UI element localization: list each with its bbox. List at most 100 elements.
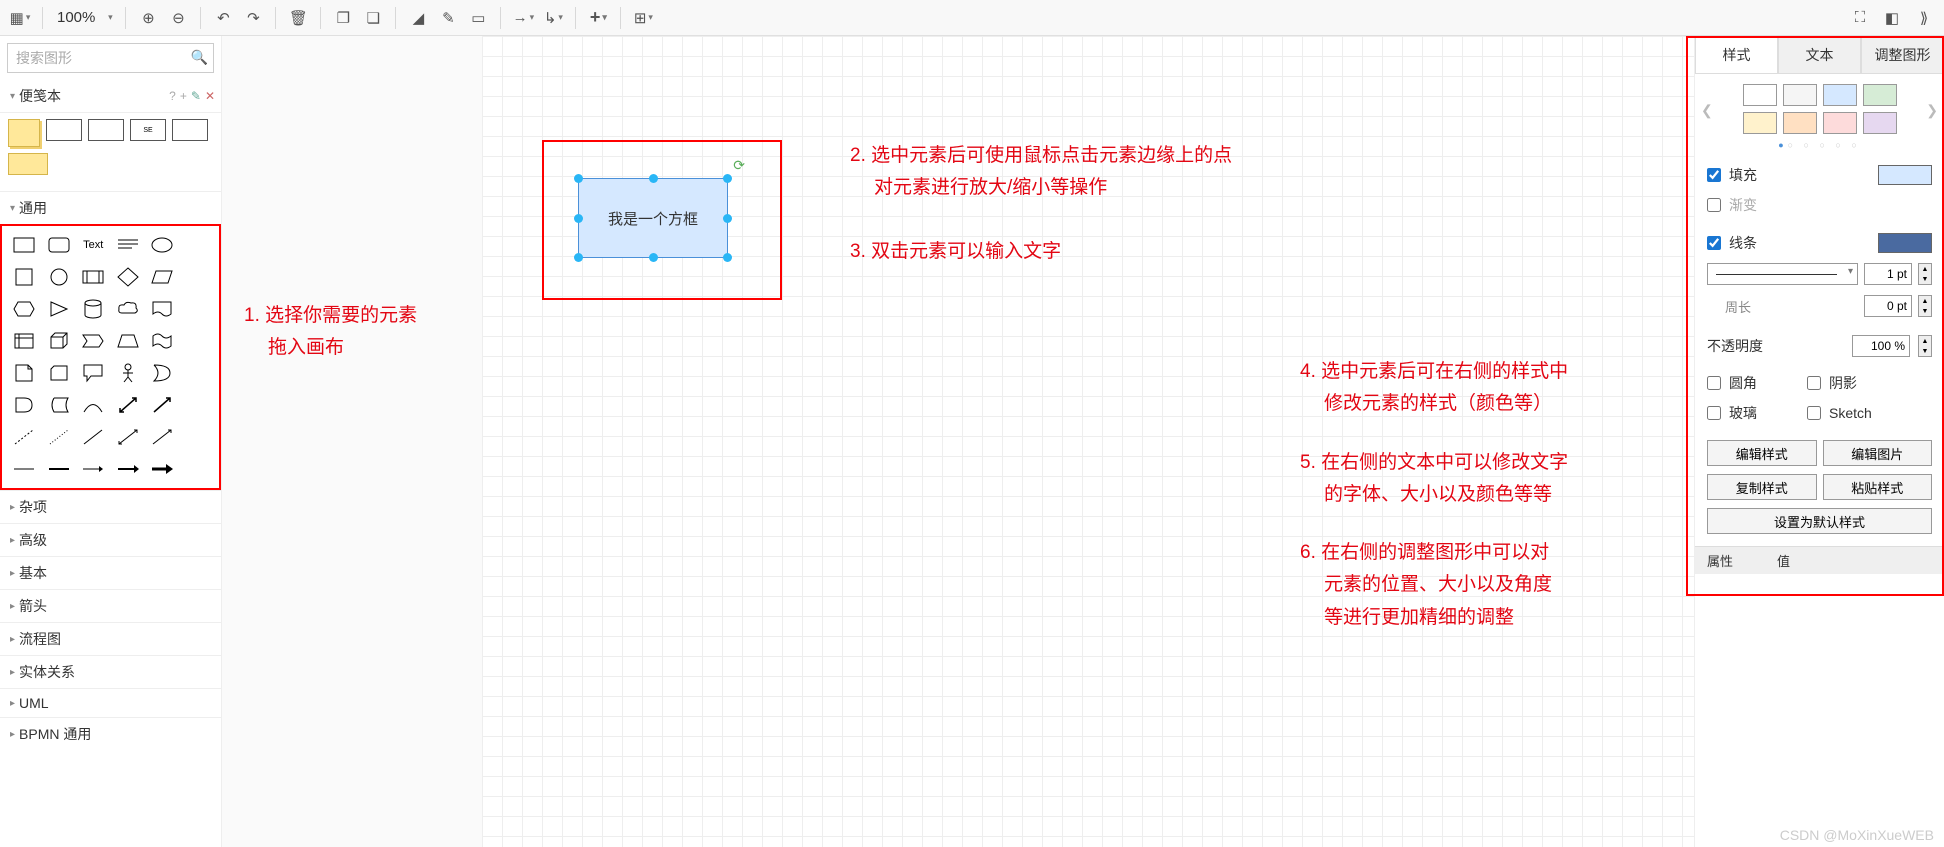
shape-circle[interactable] — [43, 262, 76, 292]
shape-step[interactable] — [77, 326, 110, 356]
edit-image-button[interactable]: 编辑图片 — [1823, 440, 1933, 466]
shape-line[interactable] — [77, 422, 110, 452]
shape-and[interactable] — [8, 390, 41, 420]
scratch-shape[interactable] — [88, 119, 124, 141]
swatch-next-icon[interactable]: ❯ — [1926, 102, 1938, 119]
shape-document[interactable] — [146, 294, 179, 324]
swatch[interactable] — [1783, 112, 1817, 134]
shape-hexagon[interactable] — [8, 294, 41, 324]
perimeter-stepper[interactable]: ▲▼ — [1918, 295, 1932, 317]
scratch-shape[interactable] — [172, 119, 208, 141]
shape-internal-storage[interactable] — [8, 326, 41, 356]
line-style-select[interactable]: ▾ — [1707, 263, 1858, 285]
set-default-button[interactable]: 设置为默认样式 — [1707, 508, 1932, 534]
shape-tape[interactable] — [146, 326, 179, 356]
shape-dashed-line[interactable] — [8, 422, 41, 452]
plus-icon[interactable]: + — [180, 89, 187, 103]
category-flowchart[interactable]: ▸流程图 — [0, 622, 221, 655]
shape-callout[interactable] — [77, 358, 110, 388]
shape-rounded-rect[interactable] — [43, 230, 76, 260]
connection-icon[interactable]: → — [509, 5, 537, 31]
line-color-icon[interactable]: ✎ — [434, 5, 462, 31]
scratch-shape[interactable] — [46, 119, 82, 141]
tab-arrange[interactable]: 调整图形 — [1861, 36, 1944, 73]
zoom-dropdown[interactable]: ▾ — [103, 5, 117, 31]
shape-dotted-line[interactable] — [43, 422, 76, 452]
shape-rect[interactable] — [8, 230, 41, 260]
sticky-note-shape[interactable] — [8, 119, 40, 147]
search-icon[interactable]: 🔍 — [191, 49, 208, 66]
category-uml[interactable]: ▸UML — [0, 688, 221, 717]
paste-style-button[interactable]: 粘贴样式 — [1823, 474, 1933, 500]
zoom-level[interactable]: 100% — [51, 9, 101, 26]
swatch[interactable] — [1863, 84, 1897, 106]
rounded-checkbox[interactable] — [1707, 376, 1721, 390]
shape-textbox[interactable] — [112, 230, 145, 260]
shape-process[interactable] — [77, 262, 110, 292]
shape-square[interactable] — [8, 262, 41, 292]
page-menu-button[interactable]: ▦ — [6, 5, 34, 31]
redo-icon[interactable]: ↷ — [239, 5, 267, 31]
opacity-stepper[interactable]: ▲▼ — [1918, 335, 1932, 357]
search-input[interactable] — [7, 43, 214, 73]
edit-icon[interactable]: ✎ — [191, 89, 201, 103]
table-icon[interactable]: ⊞ — [629, 5, 657, 31]
shape-trapezoid[interactable] — [112, 326, 145, 356]
shape-line-arrow[interactable] — [146, 422, 179, 452]
undo-icon[interactable]: ↶ — [209, 5, 237, 31]
shape-or[interactable] — [146, 358, 179, 388]
resize-handle-tl[interactable] — [574, 174, 583, 183]
resize-handle-ml[interactable] — [574, 214, 583, 223]
shape-bidir-arrow[interactable] — [112, 390, 145, 420]
scratch-shape[interactable]: SE — [130, 119, 166, 141]
glass-checkbox[interactable] — [1707, 406, 1721, 420]
opacity-input[interactable] — [1852, 335, 1910, 357]
add-icon[interactable]: + — [584, 5, 612, 31]
line-color-swatch[interactable] — [1878, 233, 1932, 253]
shape-cube[interactable] — [43, 326, 76, 356]
shape-text[interactable]: Text — [77, 230, 110, 260]
fill-color-swatch[interactable] — [1878, 165, 1932, 185]
shape-curve[interactable] — [77, 390, 110, 420]
copy-style-button[interactable]: 复制样式 — [1707, 474, 1817, 500]
swatch[interactable] — [1863, 112, 1897, 134]
resize-handle-br[interactable] — [723, 253, 732, 262]
edit-style-button[interactable]: 编辑样式 — [1707, 440, 1817, 466]
shape-link3[interactable] — [77, 454, 110, 484]
line-checkbox[interactable] — [1707, 236, 1721, 250]
to-front-icon[interactable]: ❐ — [329, 5, 357, 31]
shape-triangle[interactable] — [43, 294, 76, 324]
swatch[interactable] — [1783, 84, 1817, 106]
resize-handle-tm[interactable] — [649, 174, 658, 183]
fill-color-icon[interactable]: ◢ — [404, 5, 432, 31]
shape-line-bidir[interactable] — [112, 422, 145, 452]
shape-cloud[interactable] — [112, 294, 145, 324]
shape-arrow[interactable] — [146, 390, 179, 420]
shape-data-storage[interactable] — [43, 390, 76, 420]
swatch[interactable] — [1743, 84, 1777, 106]
shape-ellipse[interactable] — [146, 230, 179, 260]
swatch[interactable] — [1823, 84, 1857, 106]
category-misc[interactable]: ▸杂项 — [0, 490, 221, 523]
shape-link1[interactable] — [8, 454, 41, 484]
category-er[interactable]: ▸实体关系 — [0, 655, 221, 688]
zoom-out-icon[interactable]: ⊖ — [164, 5, 192, 31]
line-width-stepper[interactable]: ▲▼ — [1918, 263, 1932, 285]
category-advanced[interactable]: ▸高级 — [0, 523, 221, 556]
resize-handle-mr[interactable] — [723, 214, 732, 223]
perimeter-input[interactable] — [1864, 295, 1912, 317]
shape-parallelogram[interactable] — [146, 262, 179, 292]
rotate-handle[interactable]: ⟳ — [733, 157, 745, 174]
swatch[interactable] — [1743, 112, 1777, 134]
help-icon[interactable]: ? — [169, 89, 176, 103]
scratch-shape[interactable] — [8, 153, 48, 175]
scratchpad-header[interactable]: ▾ 便笺本 ? + ✎ ✕ — [0, 80, 221, 113]
zoom-in-icon[interactable]: ⊕ — [134, 5, 162, 31]
shape-actor[interactable] — [112, 358, 145, 388]
shape-diamond[interactable] — [112, 262, 145, 292]
selected-rectangle[interactable]: 我是一个方框 ⟳ — [578, 178, 728, 258]
line-width-input[interactable] — [1864, 263, 1912, 285]
shadow-icon[interactable]: ▭ — [464, 5, 492, 31]
delete-icon[interactable]: 🗑 — [284, 5, 312, 31]
swatch[interactable] — [1823, 112, 1857, 134]
